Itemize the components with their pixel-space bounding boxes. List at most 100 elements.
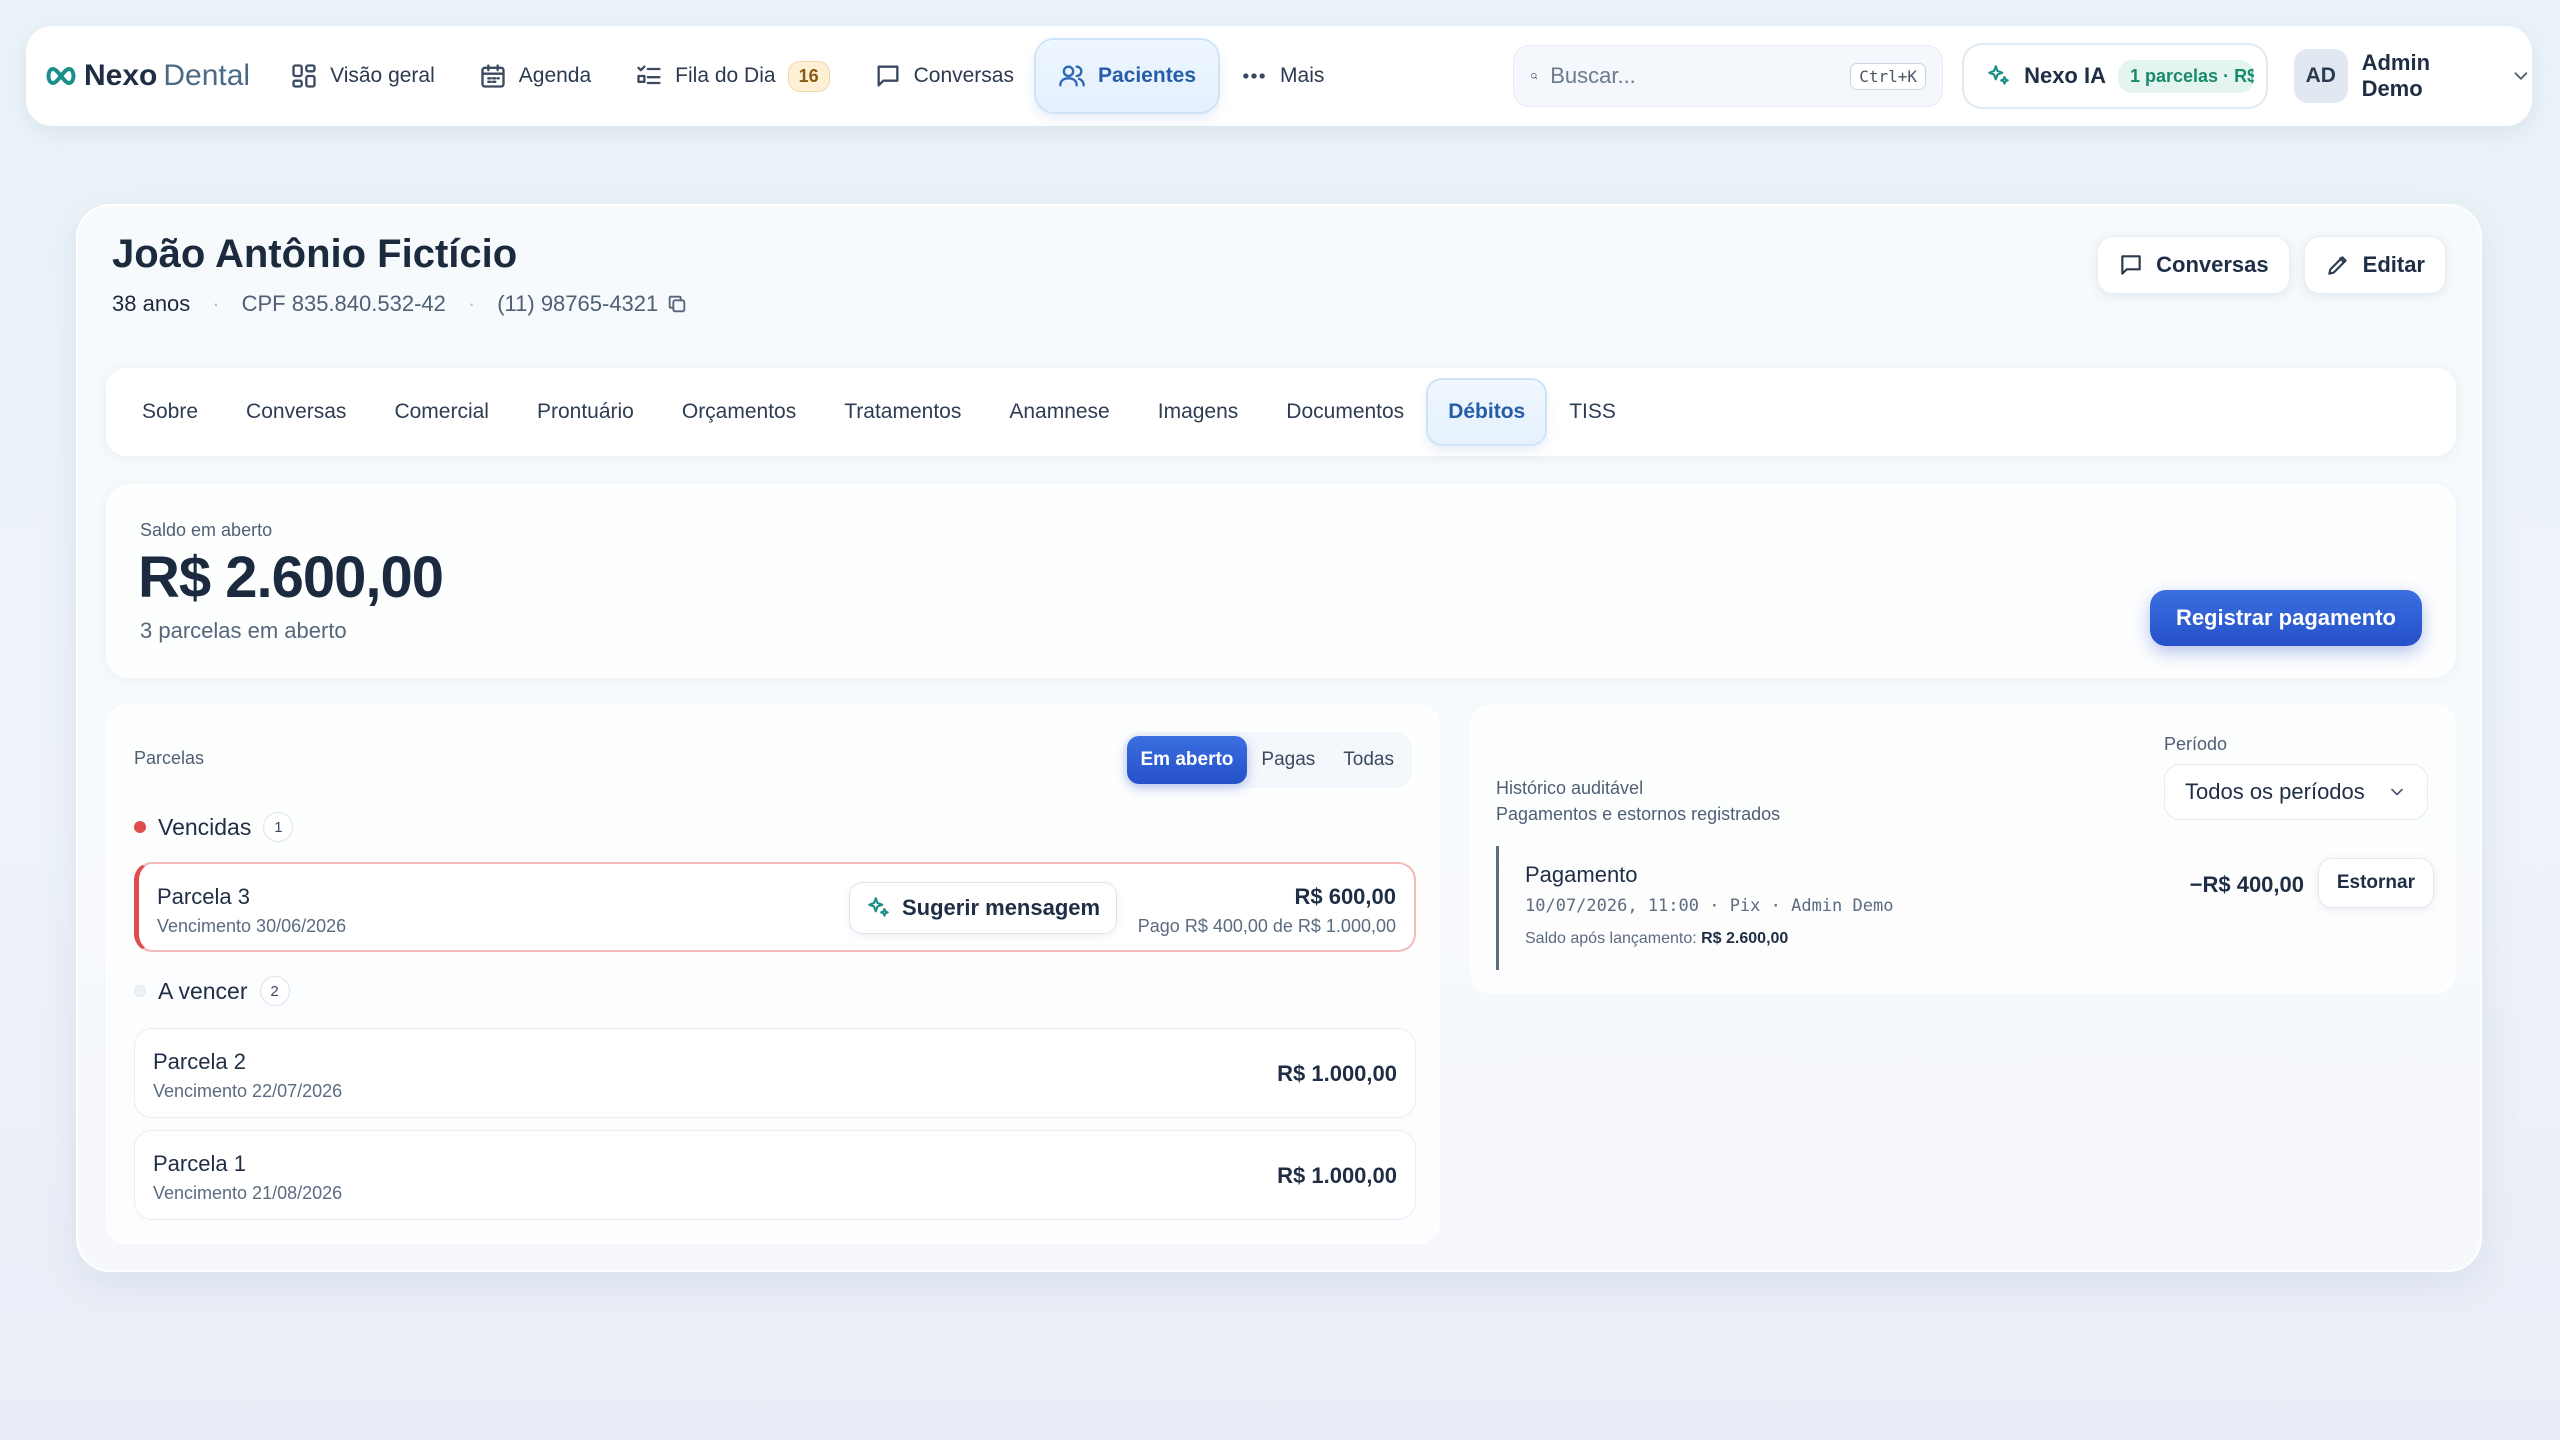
nav-item-label: Fila do Dia (675, 64, 776, 87)
installment-row[interactable]: Parcela 1 Vencimento 21/08/2026 R$ 1.000… (134, 1130, 1416, 1220)
brand-logo[interactable]: Nexo Dental (44, 59, 250, 93)
balance-label: Saldo em aberto (140, 520, 273, 540)
suggest-message-button[interactable]: Sugerir mensagem (849, 882, 1118, 934)
installment-title: Parcela 2 (153, 1049, 246, 1074)
group-overdue-count: 1 (263, 812, 294, 842)
tab-anamnese[interactable]: Anamnese (985, 380, 1133, 444)
top-navigation-bar: Nexo Dental Visão geral Agenda Fila do D… (26, 26, 2532, 126)
history-title: Histórico auditável (1496, 778, 1644, 798)
history-panel: Histórico auditável Pagamentos e estorno… (1470, 704, 2456, 994)
tab-comercial[interactable]: Comercial (370, 380, 513, 444)
reverse-payment-button[interactable]: Estornar (2317, 858, 2434, 908)
tab-sobre[interactable]: Sobre (118, 380, 222, 444)
list-icon (637, 65, 661, 85)
search-shortcut: Ctrl+K (1850, 62, 1926, 90)
nav-item-fila-do-dia[interactable]: Fila do Dia 16 (613, 40, 851, 112)
nav-item-visao-geral[interactable]: Visão geral (268, 40, 457, 112)
calendar-icon (481, 64, 505, 88)
installments-panel: Parcelas Em aberto Pagas Todas Vencidas … (106, 704, 1440, 1244)
conversas-button[interactable]: Conversas (2097, 236, 2290, 294)
nav-item-label: Pacientes (1097, 64, 1197, 87)
period-select-value: Todos os períodos (2185, 779, 2365, 804)
brand-suffix: Dental (163, 59, 251, 92)
upcoming-status-dot (134, 985, 146, 997)
chat-icon (877, 65, 899, 87)
group-upcoming-count: 2 (259, 976, 290, 1006)
patient-tabs: Sobre Conversas Comercial Prontuário Orç… (106, 368, 2456, 456)
filter-todas[interactable]: Todas (1329, 736, 1408, 784)
sparkle-icon (868, 897, 889, 917)
users-icon (1059, 65, 1085, 87)
header-actions: Conversas Editar (2097, 236, 2446, 294)
search-box[interactable]: Ctrl+K (1513, 45, 1943, 107)
overdue-status-dot (134, 821, 146, 833)
separator-dot: · (212, 291, 220, 316)
chevron-down-icon (2391, 788, 2403, 796)
nav-item-agenda[interactable]: Agenda (457, 40, 613, 112)
nav-item-label: Visão geral (330, 64, 435, 87)
history-subtitle: Pagamentos e estornos registrados (1496, 804, 1781, 824)
installment-due-date: Vencimento 22/07/2026 (153, 1081, 343, 1101)
nexo-ia-label: Nexo IA (2024, 63, 2106, 88)
installment-row[interactable]: Parcela 3 Vencimento 30/06/2026 Sugerir … (134, 862, 1416, 952)
search-input[interactable] (1550, 63, 1839, 89)
chat-icon (2121, 255, 2141, 275)
nav-item-conversas[interactable]: Conversas (852, 40, 1036, 112)
installments-title: Parcelas (134, 748, 205, 768)
user-menu[interactable]: AD Admin Demo (2294, 43, 2532, 109)
history-entry-title: Pagamento (1525, 862, 1638, 887)
nav-item-label: Conversas (913, 64, 1014, 87)
patient-phone-group: (11) 98765-4321 (497, 291, 688, 317)
nexo-ia-button[interactable]: Nexo IA 1 parcelas · R$ (1962, 43, 2268, 109)
tab-prontuario[interactable]: Prontuário (513, 380, 658, 444)
conversas-button-label: Conversas (2156, 252, 2269, 277)
tab-debitos[interactable]: Débitos (1428, 380, 1546, 444)
queue-count-badge: 16 (787, 60, 830, 92)
installment-paid-info: Pago R$ 400,00 de R$ 1.000,00 (1137, 916, 1396, 936)
history-entry-balance: Saldo após lançamento: R$ 2.600,00 (1525, 930, 1788, 948)
tab-tiss[interactable]: TISS (1545, 380, 1640, 444)
grid-icon (292, 64, 316, 88)
nav-item-label: Mais (1280, 64, 1325, 87)
tab-tratamentos[interactable]: Tratamentos (820, 380, 985, 444)
patient-phone: (11) 98765-4321 (497, 291, 659, 316)
tab-conversas[interactable]: Conversas (222, 380, 370, 444)
period-label: Período (2164, 734, 2228, 754)
avatar: AD (2294, 49, 2348, 103)
group-overdue-label: Vencidas (158, 813, 252, 840)
filter-em-aberto[interactable]: Em aberto (1126, 736, 1248, 784)
brand-name: Nexo (84, 59, 158, 92)
patient-header: João Antônio Fictício 38 anos · CPF 835.… (112, 232, 688, 317)
tab-orcamentos[interactable]: Orçamentos (658, 380, 820, 444)
register-payment-button[interactable]: Registrar pagamento (2149, 590, 2422, 646)
tab-imagens[interactable]: Imagens (1134, 380, 1263, 444)
ai-summary-chip: 1 parcelas · R$ (2118, 59, 2254, 93)
history-entry: Pagamento 10/07/2026, 11:00 · Pix · Admi… (1496, 846, 2434, 970)
installment-amount: R$ 1.000,00 (1277, 1163, 1397, 1188)
page-title: João Antônio Fictício (112, 232, 518, 276)
group-upcoming-header: A vencer 2 (134, 976, 290, 1006)
history-entry-meta: 10/07/2026, 11:00 · Pix · Admin Demo (1525, 896, 1894, 916)
pencil-icon (2327, 256, 2347, 275)
installment-title: Parcela 1 (153, 1151, 246, 1176)
edit-button-label: Editar (2362, 252, 2425, 277)
history-entry-balance-value: R$ 2.600,00 (1701, 930, 1789, 947)
balance-subtitle: 3 parcelas em aberto (140, 618, 347, 643)
patient-meta: 38 anos · CPF 835.840.532-42 · (11) 9876… (112, 291, 688, 317)
tab-documentos[interactable]: Documentos (1262, 380, 1428, 444)
installment-amount: R$ 600,00 (1294, 884, 1396, 909)
filter-pagas[interactable]: Pagas (1247, 736, 1329, 784)
nav-item-mais[interactable]: Mais (1218, 40, 1346, 112)
nav-item-pacientes[interactable]: Pacientes (1035, 40, 1219, 112)
copy-icon[interactable] (666, 293, 688, 315)
patient-card: João Antônio Fictício 38 anos · CPF 835.… (76, 204, 2482, 1272)
period-select[interactable]: Todos os períodos (2164, 764, 2428, 820)
installment-row[interactable]: Parcela 2 Vencimento 22/07/2026 R$ 1.000… (134, 1028, 1416, 1118)
patient-age: 38 anos (112, 291, 191, 316)
edit-button[interactable]: Editar (2303, 236, 2446, 294)
infinity-logo-icon (46, 66, 76, 86)
patient-cpf: CPF 835.840.532-42 (241, 291, 446, 316)
chevron-down-icon (2514, 72, 2528, 80)
history-entry-amount: −R$ 400,00 (2189, 872, 2304, 897)
installments-filter: Em aberto Pagas Todas (1122, 732, 1412, 788)
